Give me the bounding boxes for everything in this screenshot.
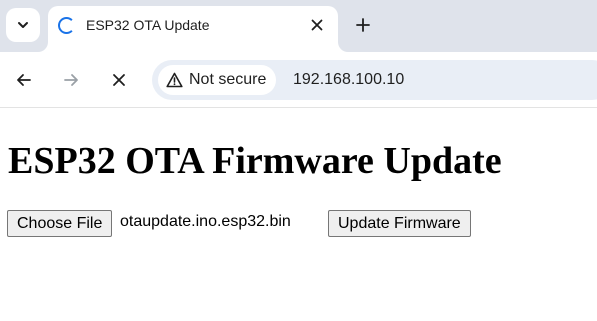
chevron-down-icon <box>18 22 28 28</box>
security-indicator[interactable]: Not secure <box>158 65 277 95</box>
page-title: ESP32 OTA Firmware Update <box>8 140 502 182</box>
url-text[interactable]: 192.168.100.10 <box>293 71 404 89</box>
choose-file-button[interactable]: Choose File <box>7 210 113 237</box>
tab-strip: ESP32 OTA Update <box>0 0 597 52</box>
loading-spinner-icon <box>58 17 75 34</box>
active-tab[interactable]: ESP32 OTA Update <box>48 6 338 52</box>
tab-search-button[interactable] <box>6 8 40 42</box>
security-label: Not secure <box>189 71 267 88</box>
plus-icon <box>356 18 370 32</box>
new-tab-button[interactable] <box>350 12 376 38</box>
page-content: ESP32 OTA Firmware Update Choose File ot… <box>0 109 597 321</box>
arrow-left-icon <box>17 74 31 86</box>
update-firmware-button[interactable]: Update Firmware <box>328 210 471 237</box>
close-icon <box>113 74 125 86</box>
address-bar[interactable]: Not secure 192.168.100.10 <box>152 60 597 100</box>
browser-toolbar: Not secure 192.168.100.10 <box>0 52 597 108</box>
tab-title: ESP32 OTA Update <box>86 17 210 33</box>
forward-button[interactable] <box>57 66 85 94</box>
stop-loading-button[interactable] <box>105 66 133 94</box>
warning-triangle-icon <box>166 72 183 88</box>
back-button[interactable] <box>10 66 38 94</box>
close-tab-button[interactable] <box>306 14 328 36</box>
arrow-right-icon <box>64 74 78 86</box>
selected-file-name: otaupdate.ino.esp32.bin <box>120 213 291 230</box>
close-icon <box>311 19 323 31</box>
